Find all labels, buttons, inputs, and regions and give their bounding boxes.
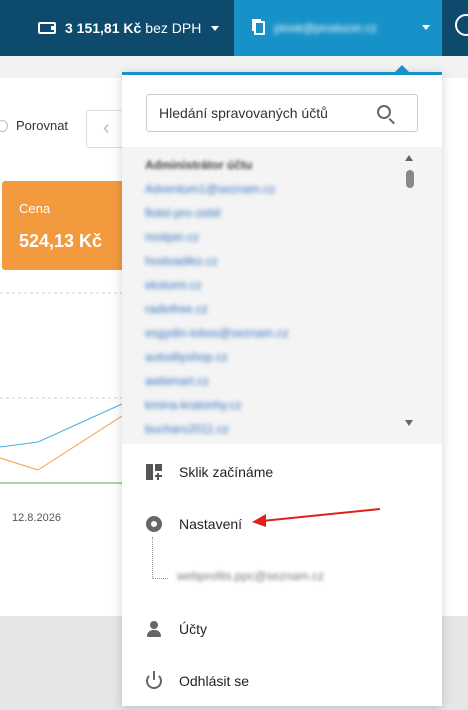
accounts-header: Administrátor účtu	[145, 158, 253, 172]
account-list-item[interactable]: esgydin-lobos@seznam.cz	[145, 321, 405, 345]
menu-getting-started[interactable]: Sklik začínáme	[146, 460, 273, 484]
account-search-input[interactable]	[147, 95, 377, 131]
account-dropdown-panel: Administrátor účtu Adventum1@seznam.czfl…	[122, 65, 442, 706]
menu-settings-label: Nastavení	[179, 516, 243, 532]
account-list-item[interactable]: kmina-kratonhy.cz	[145, 393, 405, 417]
account-list-item[interactable]: flotel-pro-zebil	[145, 201, 405, 225]
account-list-item[interactable]: budvidi.cz	[145, 441, 405, 444]
x-axis-date-label: 12.8.2026	[12, 512, 61, 524]
tree-connector	[152, 537, 168, 579]
credit-dropdown[interactable]: 3 151,81 Kč bez DPH	[38, 0, 220, 56]
price-card-label: Cena	[19, 201, 51, 216]
documents-icon	[254, 21, 265, 35]
price-card[interactable]: Cena 524,13 Kč	[2, 181, 126, 270]
power-icon	[146, 671, 162, 689]
dropdown-notch	[394, 65, 410, 73]
chevron-down-icon	[422, 25, 430, 30]
menu-accounts[interactable]: Účty	[146, 617, 207, 641]
compare-toggle[interactable]: Porovnat	[0, 118, 68, 133]
stats-chart	[0, 292, 123, 484]
credit-amount: 3 151,81 Kč	[65, 20, 142, 36]
account-list-item[interactable]: Adventum1@seznam.cz	[145, 177, 405, 201]
menu-settings[interactable]: Nastavení	[146, 512, 242, 536]
menu-logout[interactable]: Odhlásit se	[146, 669, 249, 693]
scroll-up-icon[interactable]	[405, 155, 413, 161]
account-list-item[interactable]: autodilyshop.cz	[145, 345, 405, 369]
account-list-item[interactable]: ekstumi.cz	[145, 273, 405, 297]
managed-accounts-list[interactable]: Administrátor účtu Adventum1@seznam.cz fl…	[122, 147, 442, 444]
accounts-list: Administrátor účtu Adventum1@seznam.cz fl…	[145, 153, 405, 444]
account-list-item[interactable]: motipin.cz	[145, 225, 405, 249]
series-line-orange	[0, 415, 123, 471]
menu-accounts-label: Účty	[179, 621, 207, 637]
account-list-item[interactable]: awbimart.cz	[145, 369, 405, 393]
account-switcher-button[interactable]: pinok@producer.cz	[234, 0, 442, 56]
settings-sub-account[interactable]: webprofits.ppc@seznam.cz	[177, 569, 324, 583]
compare-label: Porovnat	[16, 118, 69, 133]
compare-radio[interactable]	[0, 119, 8, 132]
account-list-item[interactable]: hostvadiko.cz	[145, 249, 405, 273]
scrollbar-thumb[interactable]	[406, 170, 414, 188]
date-prev-button[interactable]	[86, 110, 126, 148]
account-list-item[interactable]: radiofree.cz	[145, 297, 405, 321]
search-icon[interactable]	[377, 105, 391, 119]
menu-getting-started-label: Sklik začínáme	[179, 464, 274, 480]
wallet-icon	[38, 22, 56, 34]
dashboard-add-icon	[146, 464, 162, 480]
price-card-value: 524,13 Kč	[19, 231, 103, 251]
users-icon	[146, 621, 162, 637]
account-search-box	[146, 94, 418, 132]
series-line-blue	[0, 403, 123, 448]
account-email: pinok@producer.cz	[274, 21, 377, 35]
credit-suffix: bez DPH	[145, 20, 202, 36]
chevron-down-icon	[211, 25, 220, 31]
menu-logout-label: Odhlásit se	[179, 673, 250, 689]
account-list-item[interactable]: buchars2011.cz	[145, 417, 405, 441]
scroll-down-icon[interactable]	[405, 420, 413, 426]
gear-icon	[146, 516, 162, 532]
